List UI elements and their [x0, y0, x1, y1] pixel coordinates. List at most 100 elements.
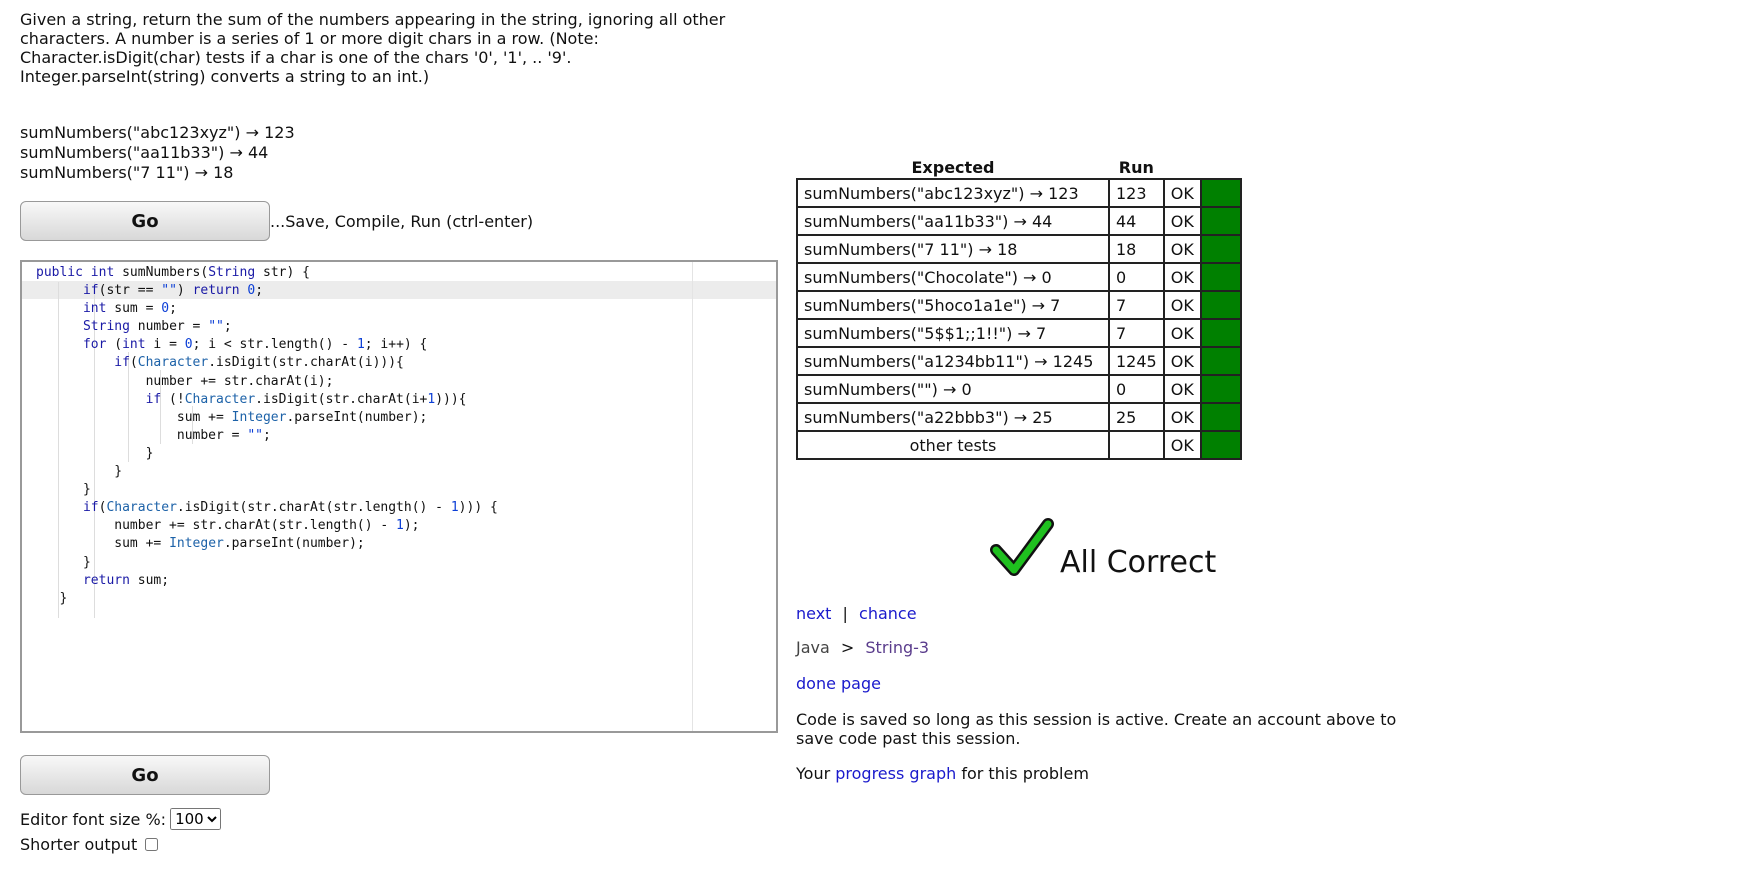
result-row: sumNumbers("5$$1;;1!!") → 7 7 OK — [796, 318, 1242, 348]
code-line[interactable]: } — [36, 445, 498, 463]
examples-list: sumNumbers("abc123xyz") → 123 sumNumbers… — [20, 123, 295, 183]
progress-prefix: Your — [796, 764, 831, 783]
result-run: 0 — [1108, 262, 1165, 292]
result-expected: other tests — [796, 430, 1110, 460]
saved-note: Code is saved so long as this session is… — [796, 710, 1397, 748]
result-run: 7 — [1108, 290, 1165, 320]
go-button-top[interactable]: Go — [20, 201, 270, 241]
shorter-output-checkbox[interactable] — [145, 838, 159, 851]
next-link[interactable]: next — [796, 604, 831, 623]
nav-links: next | chance — [796, 604, 917, 623]
result-status: OK — [1162, 402, 1202, 432]
result-run: 25 — [1108, 402, 1165, 432]
result-pass-indicator — [1199, 374, 1242, 404]
code-line[interactable]: number += str.charAt(str.length() - 1); — [36, 517, 498, 535]
example-1: sumNumbers("abc123xyz") → 123 — [20, 123, 295, 142]
result-pass-indicator — [1199, 430, 1242, 460]
nav-separator: | — [842, 604, 848, 623]
result-status: OK — [1162, 430, 1202, 460]
code-line[interactable]: for (int i = 0; i < str.length() - 1; i+… — [36, 336, 498, 354]
result-pass-indicator — [1199, 234, 1242, 264]
result-row: sumNumbers("aa11b33") → 44 44 OK — [796, 206, 1242, 236]
progress-suffix: for this problem — [961, 764, 1089, 783]
result-status: OK — [1162, 290, 1202, 320]
result-row: sumNumbers("a1234bb11") → 1245 1245 OK — [796, 346, 1242, 376]
result-expected: sumNumbers("") → 0 — [796, 374, 1110, 404]
result-status: OK — [1162, 346, 1202, 376]
result-expected: sumNumbers("5hoco1a1e") → 7 — [796, 290, 1110, 320]
breadcrumb: Java > String-3 — [796, 638, 929, 657]
done-page-link[interactable]: done page — [796, 674, 881, 693]
code-line[interactable]: if (!Character.isDigit(str.charAt(i+1)))… — [36, 391, 498, 409]
result-expected: sumNumbers("abc123xyz") → 123 — [796, 178, 1110, 208]
result-pass-indicator — [1199, 290, 1242, 320]
breadcrumb-separator: > — [840, 638, 855, 657]
go-button-bottom[interactable]: Go — [20, 755, 270, 795]
result-run: 18 — [1108, 234, 1165, 264]
progress-graph-link[interactable]: progress graph — [835, 764, 956, 783]
result-pass-indicator — [1199, 178, 1242, 208]
result-expected: sumNumbers("Chocolate") → 0 — [796, 262, 1110, 292]
breadcrumb-section[interactable]: String-3 — [865, 638, 929, 657]
result-status: OK — [1162, 178, 1202, 208]
code-line[interactable]: public int sumNumbers(String str) { — [36, 264, 498, 282]
code-line[interactable]: String number = ""; — [36, 318, 498, 336]
result-run — [1108, 430, 1165, 460]
code-line[interactable]: int sum = 0; — [36, 300, 498, 318]
result-row: other tests OK — [796, 430, 1242, 460]
result-pass-indicator — [1199, 318, 1242, 348]
result-pass-indicator — [1199, 402, 1242, 432]
result-pass-indicator — [1199, 206, 1242, 236]
result-row: sumNumbers("5hoco1a1e") → 7 7 OK — [796, 290, 1242, 320]
code-line[interactable]: sum += Integer.parseInt(number); — [36, 409, 498, 427]
print-margin — [692, 262, 693, 731]
problem-description: Given a string, return the sum of the nu… — [20, 10, 726, 86]
all-correct-text: All Correct — [1060, 545, 1217, 580]
code-line[interactable]: } — [36, 481, 498, 499]
result-status: OK — [1162, 374, 1202, 404]
progress-row: Your progress graph for this problem — [796, 764, 1089, 783]
code-line[interactable]: if(Character.isDigit(str.charAt(str.leng… — [36, 499, 498, 517]
result-run: 1245 — [1108, 346, 1165, 376]
result-status: OK — [1162, 234, 1202, 264]
shorter-output-label: Shorter output — [20, 835, 138, 854]
result-expected: sumNumbers("7 11") → 18 — [796, 234, 1110, 264]
code-line[interactable]: } — [36, 590, 498, 608]
results-panel: Expected Run sumNumbers("abc123xyz") → 1… — [796, 158, 1242, 460]
result-expected: sumNumbers("a1234bb11") → 1245 — [796, 346, 1110, 376]
font-size-select[interactable]: 100 — [170, 808, 222, 830]
result-expected: sumNumbers("a22bbb3") → 25 — [796, 402, 1110, 432]
all-correct-banner: All Correct — [990, 515, 1216, 580]
result-expected: sumNumbers("5$$1;;1!!") → 7 — [796, 318, 1110, 348]
breadcrumb-root[interactable]: Java — [796, 638, 830, 657]
font-size-setting: Editor font size %: 100 — [20, 808, 222, 830]
result-pass-indicator — [1199, 262, 1242, 292]
code-line[interactable]: if(str == "") return 0; — [36, 282, 498, 300]
code-line[interactable]: return sum; — [36, 572, 498, 590]
code-line[interactable]: number = ""; — [36, 427, 498, 445]
result-row: sumNumbers("7 11") → 18 18 OK — [796, 234, 1242, 264]
checkmark-icon — [990, 517, 1054, 576]
result-expected: sumNumbers("aa11b33") → 44 — [796, 206, 1110, 236]
code-line[interactable]: number += str.charAt(i); — [36, 373, 498, 391]
result-row: sumNumbers("") → 0 0 OK — [796, 374, 1242, 404]
result-run: 0 — [1108, 374, 1165, 404]
code-editor[interactable]: public int sumNumbers(String str) { if(s… — [20, 260, 778, 733]
result-status: OK — [1162, 262, 1202, 292]
chance-link[interactable]: chance — [859, 604, 917, 623]
code-line[interactable]: if(Character.isDigit(str.charAt(i))){ — [36, 354, 498, 372]
result-pass-indicator — [1199, 346, 1242, 376]
go-hint: ...Save, Compile, Run (ctrl-enter) — [270, 212, 534, 231]
code-line[interactable]: } — [36, 554, 498, 572]
header-run: Run — [1118, 158, 1154, 177]
font-size-label: Editor font size %: — [20, 809, 167, 829]
code-line[interactable]: } — [36, 463, 498, 481]
result-row: sumNumbers("a22bbb3") → 25 25 OK — [796, 402, 1242, 432]
result-run: 7 — [1108, 318, 1165, 348]
code-text[interactable]: public int sumNumbers(String str) { if(s… — [36, 264, 498, 608]
example-2: sumNumbers("aa11b33") → 44 — [20, 143, 269, 162]
result-run: 123 — [1108, 178, 1165, 208]
done-page-row: done page — [796, 674, 881, 693]
example-3: sumNumbers("7 11") → 18 — [20, 163, 234, 182]
code-line[interactable]: sum += Integer.parseInt(number); — [36, 535, 498, 553]
